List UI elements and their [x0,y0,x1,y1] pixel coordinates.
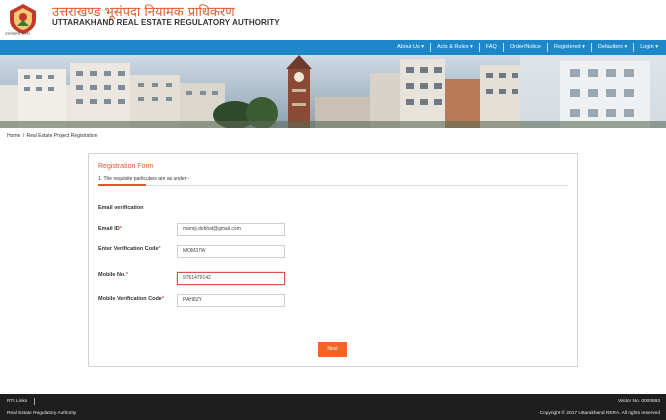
required-mark: * [158,246,161,252]
building-collage-image [0,55,666,128]
email-label: Email ID* [98,225,122,233]
site-header: उत्तराखण्ड शासन उत्तराखण्ड भूसंपदा नियाम… [0,0,666,40]
nav-menu: About Us ▾ Acts & Rules ▾ FAQ Order/Noti… [391,40,664,55]
mobile-verification-code-label: Mobile Verification Code* [98,295,166,303]
registration-form: Registration Form 1. The requisite parti… [88,153,578,367]
footer-org-name: Real Estate Regulatory Authority [7,411,77,416]
required-mark: * [125,272,128,278]
nav-about-us[interactable]: About Us ▾ [391,43,430,52]
footer-rti-links[interactable]: RTI Links [7,399,27,404]
section-title-email-verification: Email verification [98,205,144,211]
nav-faq[interactable]: FAQ [478,43,503,52]
nav-login[interactable]: Login ▾ [633,43,664,52]
breadcrumb: Home / Real Estate Project Registration [7,133,97,139]
site-footer: RTI Links Real Estate Regulatory Authori… [0,394,666,420]
nav-defaulters[interactable]: Defaulters ▾ [590,43,633,52]
logo-caption: उत्तराखण्ड शासन [5,31,30,36]
main-navbar: About Us ▾ Acts & Rules ▾ FAQ Order/Noti… [0,40,666,55]
footer-divider [34,398,35,405]
breadcrumb-separator: / [22,133,25,139]
footer-visitor-count: Visitor No. 0000893 [617,399,660,404]
verification-code-input[interactable]: MOM37W [177,245,285,258]
mobile-verification-code-label-text: Mobile Verification Code [98,296,162,302]
nav-order-notice[interactable]: Order/Notice [502,43,547,52]
subtitle-divider [98,185,568,186]
mobile-input[interactable]: 9761479142 [177,272,285,285]
subtitle-accent-bar [98,184,146,186]
nav-registered[interactable]: Registered ▾ [547,43,591,52]
site-title-english: UTTARAKHAND REAL ESTATE REGULATORY AUTHO… [52,18,280,27]
required-mark: * [161,296,165,302]
form-title: Registration Form [98,163,154,170]
verification-code-label-text: Enter Verification Code [98,246,159,252]
mobile-verification-code-input[interactable]: PAH8ZY [177,294,285,307]
nav-acts-rules[interactable]: Acts & Rules ▾ [430,43,479,52]
verification-code-label: Enter Verification Code* [98,245,162,253]
next-button[interactable]: Next [318,342,347,357]
required-mark: * [119,226,122,232]
breadcrumb-current: Real Estate Project Registration [26,133,98,139]
email-input[interactable]: manoj.dobhal@gmail.com [177,223,285,236]
hero-banner [0,55,666,128]
footer-copyright: Copyright © 2017 Uttarakhand RERA. All r… [539,411,660,416]
form-subtitle: 1. The requisite particulars are as unde… [98,176,190,182]
mobile-label-text: Mobile No. [98,272,126,278]
breadcrumb-home-link[interactable]: Home [7,133,20,139]
email-label-text: Email ID [98,226,120,232]
mobile-label: Mobile No.* [98,271,128,279]
